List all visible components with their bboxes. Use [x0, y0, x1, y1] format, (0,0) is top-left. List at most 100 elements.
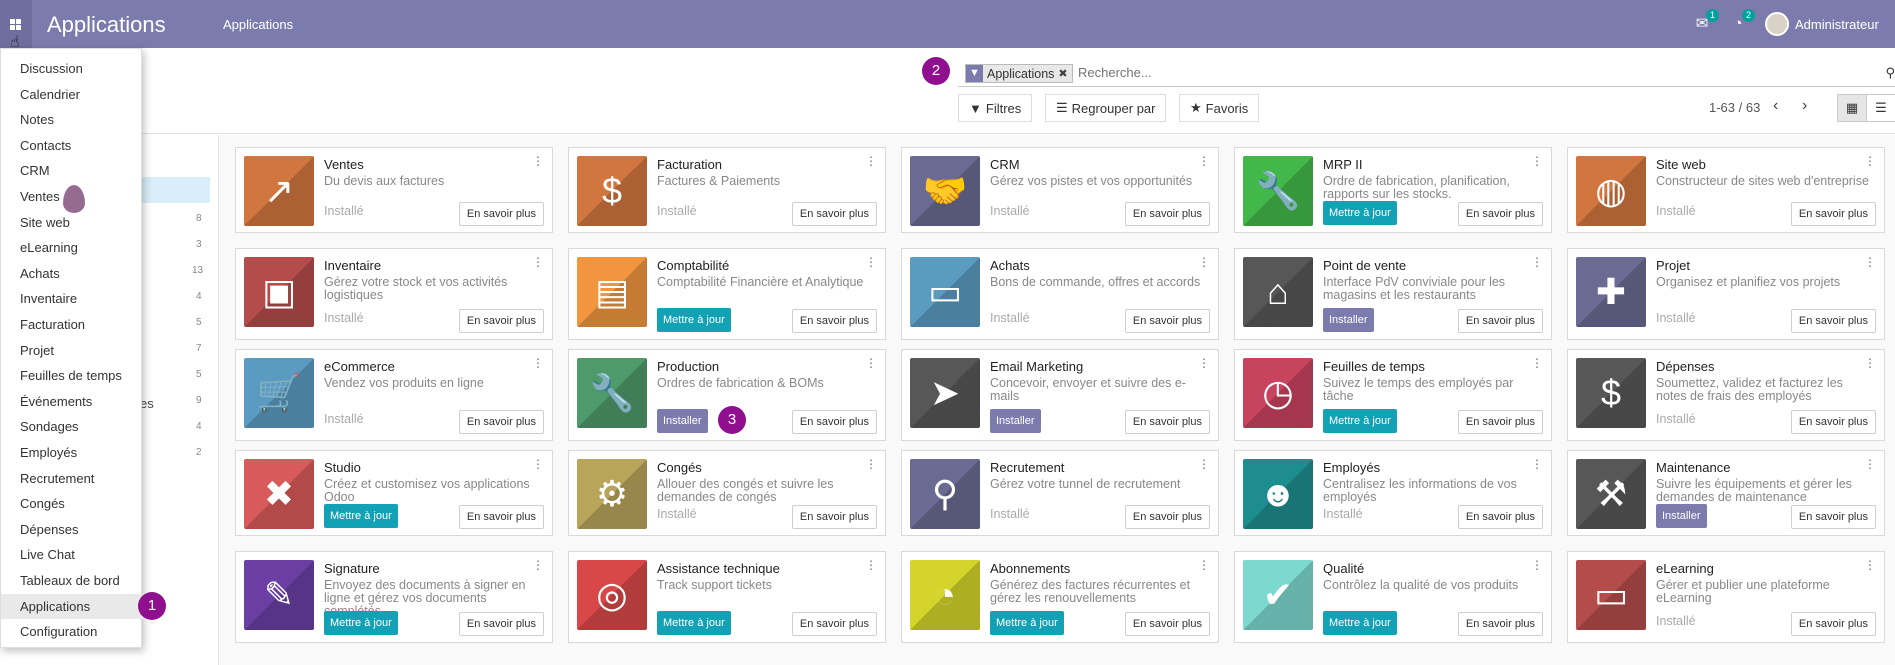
kebab-menu-icon[interactable]: ⋮ [1864, 356, 1876, 370]
app-card-crm[interactable]: 🤝 CRM Gérez vos pistes et vos opportunités… [901, 147, 1219, 233]
kebab-menu-icon[interactable]: ⋮ [865, 356, 877, 370]
menu-item-sondages[interactable]: Sondages [1, 414, 143, 439]
search-bar[interactable]: ▼ Applications ✖ ⚲ [958, 61, 1895, 87]
menu-item-discussion[interactable]: Discussion [1, 56, 143, 81]
app-card-achats[interactable]: ▭ Achats Bons de commande, offres et accor… [901, 248, 1219, 340]
learn-more-button[interactable]: En savoir plus [1457, 202, 1543, 226]
menu-item-contacts[interactable]: Contacts [1, 133, 143, 158]
kebab-menu-icon[interactable]: ⋮ [865, 154, 877, 168]
kebab-menu-icon[interactable]: ⋮ [1198, 154, 1210, 168]
kebab-menu-icon[interactable]: ⋮ [1864, 255, 1876, 269]
update-button[interactable]: Mettre à jour [1323, 409, 1397, 433]
app-card-mrp-ii[interactable]: 🔧 MRP II Ordre de fabrication, planificati… [1234, 147, 1552, 233]
menu-item-crm[interactable]: CRM [1, 158, 143, 183]
learn-more-button[interactable]: En savoir plus [1790, 309, 1876, 333]
app-card-inventaire[interactable]: ▣ Inventaire Gérez votre stock et vos acti… [235, 248, 553, 340]
menu-item-achats[interactable]: Achats [1, 261, 143, 286]
learn-more-button[interactable]: En savoir plus [1457, 505, 1543, 529]
install-button[interactable]: Installer [1323, 308, 1374, 332]
learn-more-button[interactable]: En savoir plus [1790, 612, 1876, 636]
list-view-button[interactable]: ☰ [1866, 94, 1895, 122]
app-card-elearning[interactable]: ▭ eLearning Gérer et publier une plateform… [1567, 551, 1885, 643]
learn-more-button[interactable]: En savoir plus [458, 612, 544, 636]
search-facet[interactable]: ▼ Applications ✖ [965, 64, 1073, 83]
menu-item-depenses[interactable]: Dépenses [1, 517, 143, 542]
app-card-feuilles-de-temps[interactable]: ◷ Feuilles de temps Suivez le temps des em… [1234, 349, 1552, 441]
kebab-menu-icon[interactable]: ⋮ [1864, 558, 1876, 572]
learn-more-button[interactable]: En savoir plus [1124, 309, 1210, 333]
learn-more-button[interactable]: En savoir plus [458, 505, 544, 529]
app-card-projet[interactable]: ✚ Projet Organisez et planifiez vos projet… [1567, 248, 1885, 340]
menu-item-live-chat[interactable]: Live Chat [1, 542, 143, 567]
kebab-menu-icon[interactable]: ⋮ [532, 457, 544, 471]
kebab-menu-icon[interactable]: ⋮ [1531, 558, 1543, 572]
kebab-menu-icon[interactable]: ⋮ [1864, 457, 1876, 471]
kebab-menu-icon[interactable]: ⋮ [865, 255, 877, 269]
user-menu[interactable]: Administrateur [1795, 17, 1895, 32]
install-button[interactable]: Installer [1656, 504, 1707, 528]
messages-button[interactable]: ✉ 1 [1693, 9, 1719, 33]
learn-more-button[interactable]: En savoir plus [791, 410, 877, 434]
app-card-qualite[interactable]: ✔ Qualité Contrôlez la qualité de vos prod… [1234, 551, 1552, 643]
app-card-signature[interactable]: ✎ Signature Envoyez des documents à signer… [235, 551, 553, 643]
app-card-maintenance[interactable]: ⚒ Maintenance Suivre les équipements et gé… [1567, 450, 1885, 536]
learn-more-button[interactable]: En savoir plus [1124, 410, 1210, 434]
kebab-menu-icon[interactable]: ⋮ [532, 255, 544, 269]
menu-item-evenements[interactable]: Événements [1, 389, 143, 414]
avatar[interactable] [1765, 12, 1789, 36]
menu-item-facturation[interactable]: Facturation [1, 312, 143, 337]
learn-more-button[interactable]: En savoir plus [1457, 612, 1543, 636]
app-card-email-marketing[interactable]: ➤ Email Marketing Concevoir, envoyer et su… [901, 349, 1219, 441]
kebab-menu-icon[interactable]: ⋮ [865, 558, 877, 572]
update-button[interactable]: Mettre à jour [324, 611, 398, 635]
menu-item-conges[interactable]: Congés [1, 491, 143, 516]
kebab-menu-icon[interactable]: ⋮ [1531, 457, 1543, 471]
app-card-comptabilite[interactable]: ▤ Comptabilité Comptabilité Financière et … [568, 248, 886, 340]
update-button[interactable]: Mettre à jour [990, 611, 1064, 635]
pager-previous-icon[interactable]: ‹ [1773, 97, 1778, 115]
update-button[interactable]: Mettre à jour [324, 504, 398, 528]
app-card-site-web[interactable]: ◍ Site web Constructeur de sites web d'ent… [1567, 147, 1885, 233]
app-card-point-de-vente[interactable]: ⌂ Point de vente Interface PdV conviviale … [1234, 248, 1552, 340]
learn-more-button[interactable]: En savoir plus [791, 505, 877, 529]
filters-button[interactable]: ▼ Filtres [958, 94, 1033, 122]
app-card-conges[interactable]: ⚙ Congés Allouer des congés et suivre les … [568, 450, 886, 536]
group-by-button[interactable]: ☰ Regrouper par [1045, 94, 1167, 122]
kebab-menu-icon[interactable]: ⋮ [1198, 558, 1210, 572]
kebab-menu-icon[interactable]: ⋮ [1531, 356, 1543, 370]
app-card-ecommerce[interactable]: 🛒 eCommerce Vendez vos produits en ligne ⋮ I… [235, 349, 553, 441]
facet-remove-icon[interactable]: ✖ [1058, 67, 1071, 80]
kebab-menu-icon[interactable]: ⋮ [1531, 154, 1543, 168]
favorites-button[interactable]: ★ Favoris [1179, 94, 1260, 122]
install-button[interactable]: Installer [990, 409, 1041, 433]
learn-more-button[interactable]: En savoir plus [1790, 410, 1876, 434]
app-card-ventes[interactable]: ↗ Ventes Du devis aux factures ⋮ Installé En … [235, 147, 553, 233]
app-card-depenses[interactable]: $ Dépenses Soumettez, validez et facturez … [1567, 349, 1885, 441]
learn-more-button[interactable]: En savoir plus [791, 612, 877, 636]
menu-item-elearning[interactable]: eLearning [1, 235, 143, 260]
menu-item-site-web[interactable]: Site web [1, 210, 143, 235]
menu-item-notes[interactable]: Notes [1, 107, 143, 132]
update-button[interactable]: Mettre à jour [657, 611, 731, 635]
app-card-abonnements[interactable]: ◔ Abonnements Générez des factures récurre… [901, 551, 1219, 643]
kebab-menu-icon[interactable]: ⋮ [532, 558, 544, 572]
app-card-facturation[interactable]: $ Facturation Factures & Paiements ⋮ Install… [568, 147, 886, 233]
learn-more-button[interactable]: En savoir plus [791, 202, 877, 226]
kanban-view-button[interactable]: ▦ [1837, 94, 1867, 122]
learn-more-button[interactable]: En savoir plus [458, 309, 544, 333]
search-icon[interactable]: ⚲ [1885, 65, 1895, 81]
menu-item-tableaux-de-bord[interactable]: Tableaux de bord [1, 568, 143, 593]
app-card-employes[interactable]: ☻ Employés Centralisez les informations de… [1234, 450, 1552, 536]
update-button[interactable]: Mettre à jour [1323, 611, 1397, 635]
kebab-menu-icon[interactable]: ⋮ [1198, 356, 1210, 370]
update-button[interactable]: Mettre à jour [1323, 201, 1397, 225]
learn-more-button[interactable]: En savoir plus [1124, 505, 1210, 529]
menu-item-configuration[interactable]: Configuration [1, 619, 143, 644]
app-card-studio[interactable]: ✖ Studio Créez et customisez vos applicati… [235, 450, 553, 536]
menu-item-feuilles-de-temps[interactable]: Feuilles de temps [1, 363, 143, 388]
kebab-menu-icon[interactable]: ⋮ [865, 457, 877, 471]
install-button[interactable]: Installer [657, 409, 708, 433]
app-card-assistance-technique[interactable]: ◎ Assistance technique Track support ticke… [568, 551, 886, 643]
menu-link-applications[interactable]: Applications [223, 17, 293, 32]
kebab-menu-icon[interactable]: ⋮ [1198, 255, 1210, 269]
